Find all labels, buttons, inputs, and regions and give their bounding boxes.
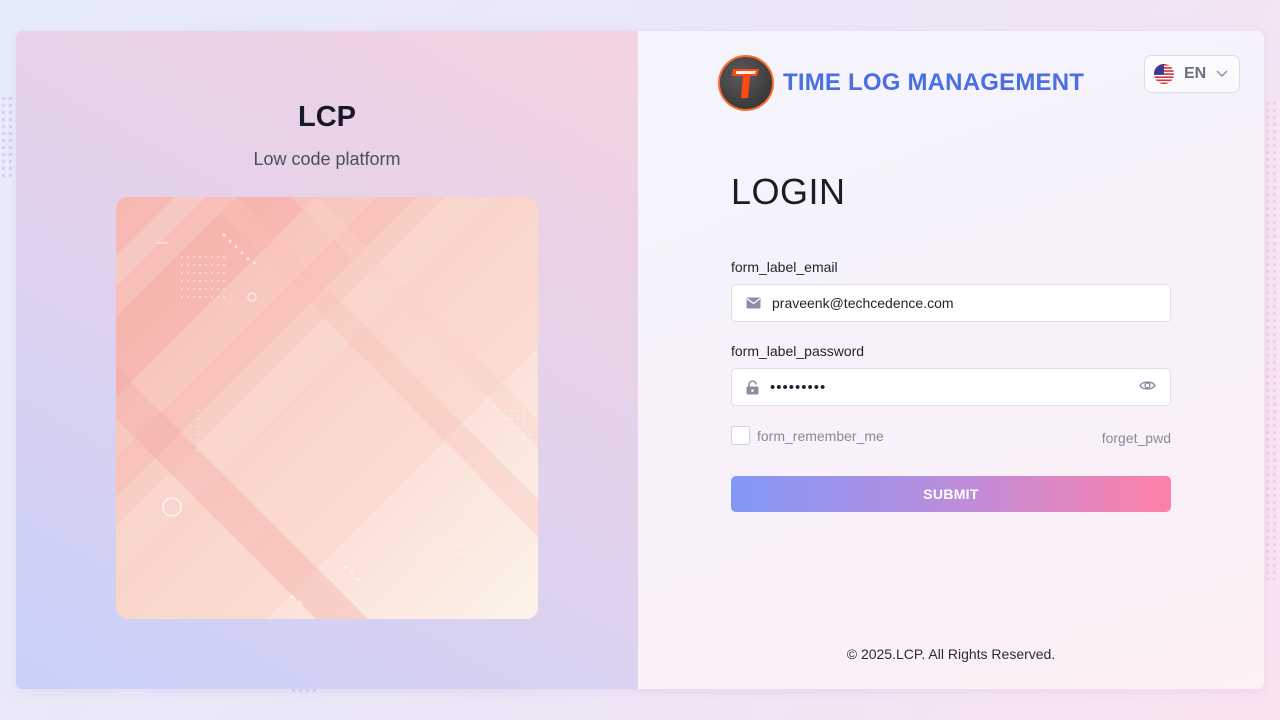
email-field[interactable]: praveenk@techcedence.com	[731, 284, 1171, 322]
language-code: EN	[1184, 65, 1207, 82]
login-card: LCP Low code platform TIME LOG MANAGEMEN…	[16, 31, 1264, 689]
language-selector[interactable]: EN	[1144, 55, 1240, 93]
app-logo	[718, 55, 774, 111]
app-title: TIME LOG MANAGEMENT	[783, 69, 1085, 96]
password-field[interactable]: •••••••••	[731, 368, 1171, 406]
copyright-footer: © 2025.LCP. All Rights Reserved.	[846, 646, 1056, 662]
logo-t-icon	[732, 69, 759, 98]
brand-title: LCP	[298, 101, 356, 133]
remember-me: form_remember_me	[731, 426, 884, 445]
brand-subtitle: Low code platform	[253, 149, 401, 169]
password-value: •••••••••	[770, 378, 827, 396]
email-value: praveenk@techcedence.com	[772, 295, 954, 311]
login-panel: TIME LOG MANAGEMENT EN LOGIN form_label_…	[638, 31, 1264, 689]
lock-icon	[746, 379, 759, 394]
submit-button[interactable]: SUBMIT	[731, 476, 1171, 512]
app-header: TIME LOG MANAGEMENT	[718, 55, 1084, 111]
abstract-illustration	[116, 197, 538, 619]
remember-me-checkbox[interactable]	[731, 426, 750, 445]
remember-me-label[interactable]: form_remember_me	[757, 428, 884, 444]
login-heading: LOGIN	[731, 171, 846, 212]
eye-icon[interactable]	[1139, 379, 1156, 392]
decorative-dots	[1264, 100, 1280, 580]
us-flag-icon	[1154, 64, 1174, 84]
chevron-down-icon	[1216, 70, 1228, 77]
forgot-password-link[interactable]: forget_pwd	[1102, 430, 1171, 446]
email-label: form_label_email	[731, 259, 838, 275]
brand-panel: LCP Low code platform	[16, 31, 638, 689]
decorative-dots	[0, 95, 16, 180]
envelope-icon	[746, 297, 761, 309]
password-label: form_label_password	[731, 343, 865, 359]
